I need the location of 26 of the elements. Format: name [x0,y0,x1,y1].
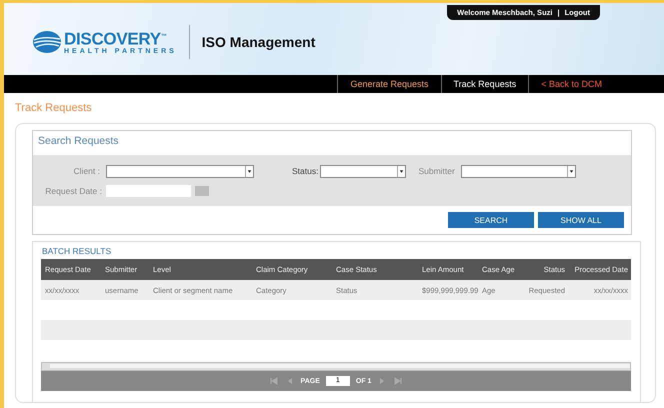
dropdown-arrow-icon [397,166,406,176]
status-dropdown[interactable] [320,164,406,178]
last-page-icon[interactable] [393,376,404,386]
dropdown-arrow-icon [245,166,253,176]
submitter-label: Submitter [418,166,455,176]
action-button[interactable]: SEARCH [448,212,534,228]
logo-name: DISCOVERY$^{™}$ [64,29,167,48]
first-page-icon[interactable] [268,376,279,386]
nav-tab[interactable]: Generate Requests [337,75,441,93]
page-title: Track Requests [14,101,93,116]
request-date-label: Request Date : [44,186,102,196]
dropdown-arrow-icon [566,166,575,176]
nav-tab[interactable]: Track Requests [440,75,528,93]
calendar-button[interactable] [195,186,209,196]
request-date-field[interactable] [106,185,191,197]
status-label: Status: [292,166,318,176]
submitter-dropdown[interactable] [460,164,576,178]
search-title: Search Requests [37,134,120,149]
results-title: BATCH RESULTS [41,245,112,258]
app-title: ISO Management [202,34,316,50]
client-dropdown[interactable] [106,164,254,178]
action-button[interactable]: SHOW ALL [538,212,624,228]
horizontal-scrollbar[interactable] [41,362,631,371]
client-label: Client : [72,166,100,176]
globe-logo-icon [32,30,62,54]
nav-tab[interactable]: < Back to DCM [528,75,614,93]
